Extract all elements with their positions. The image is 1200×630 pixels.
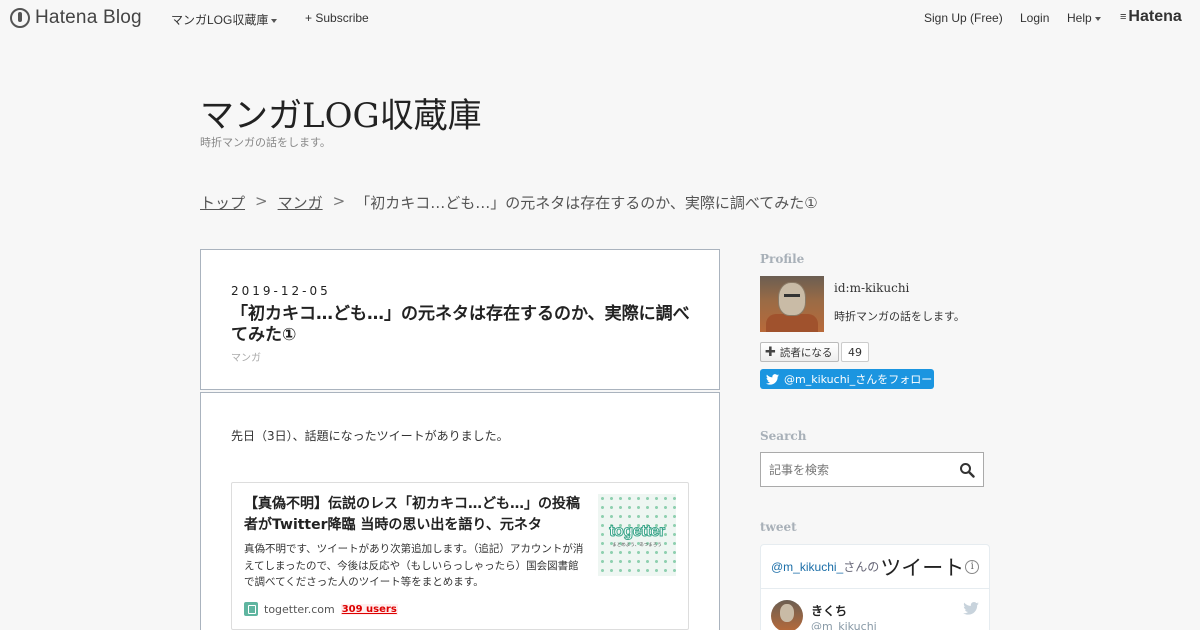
subscribe-reader-button[interactable]: ✚ 読者になる <box>760 342 840 362</box>
help-dropdown[interactable]: Help <box>1067 11 1101 25</box>
chevron-down-icon <box>271 18 278 23</box>
blog-menu-dropdown[interactable]: マンガLOG収蔵庫 <box>171 11 278 28</box>
embed-title[interactable]: 【真偽不明】伝説のレス「初カキコ…ども…」の投稿者がTwitter降臨 当時の思… <box>244 494 584 536</box>
profile-avatar[interactable] <box>760 276 824 332</box>
search-heading: Search <box>760 429 807 443</box>
signup-link[interactable]: Sign Up (Free) <box>924 11 1003 25</box>
login-link[interactable]: Login <box>1020 11 1049 25</box>
timeline-header: @m_kikuchi_ さんの ツイート i <box>761 545 989 589</box>
breadcrumb-separator: > <box>332 192 346 210</box>
twitter-follow-button[interactable]: @m_kikuchi_さんをフォロー <box>760 369 934 389</box>
plus-icon: ✚ <box>765 344 776 360</box>
blog-title[interactable]: マンガLOG収蔵庫 <box>200 88 482 137</box>
timeline-suffix: さんの <box>843 560 880 574</box>
tweet-author-username[interactable]: @m_kikuchi_ <box>811 620 882 630</box>
profile-id-link[interactable]: id:m-kikuchi <box>834 281 909 295</box>
embed-footer: togetter.com 309 users <box>244 602 398 616</box>
tweet-author-avatar[interactable] <box>771 600 803 630</box>
chevron-down-icon <box>1094 16 1101 21</box>
entry-category[interactable]: マンガ <box>231 349 261 364</box>
breadcrumb-current: 「初カキコ…ども…」の元ネタは存在するのか、実際に調べてみた① <box>355 194 818 212</box>
timeline-handle-link[interactable]: @m_kikuchi_ <box>771 560 843 574</box>
breadcrumb: トップ > マンガ > 「初カキコ…ども…」の元ネタは存在するのか、実際に調べて… <box>200 192 818 213</box>
embed-card[interactable]: 【真偽不明】伝説のレス「初カキコ…ども…」の投稿者がTwitter降臨 当時の思… <box>231 482 689 630</box>
reader-count-badge: 49 <box>841 342 869 362</box>
profile-heading: Profile <box>760 252 805 266</box>
info-icon[interactable]: i <box>965 559 980 574</box>
entry-body: 先日（3日）、話題になったツイートがありました。 【真偽不明】伝説のレス「初カキ… <box>200 392 720 630</box>
breadcrumb-category-link[interactable]: マンガ <box>278 192 323 213</box>
search-box <box>760 452 984 487</box>
search-icon[interactable] <box>959 462 975 478</box>
entry-date[interactable]: 2019-12-05 <box>231 284 331 298</box>
twitter-bird-icon <box>766 373 779 385</box>
search-input[interactable] <box>769 453 949 486</box>
embed-thumbnail[interactable]: togetter まとめよう、あつまろう <box>598 494 676 576</box>
hatena-logo-text: Hatena <box>1128 8 1182 25</box>
help-label: Help <box>1067 11 1092 25</box>
breadcrumb-top-link[interactable]: トップ <box>200 192 245 213</box>
breadcrumb-separator: > <box>255 192 268 210</box>
entry-header: 2019-12-05 「初カキコ…ども…」の元ネタは存在するのか、実際に調べてみ… <box>200 249 720 390</box>
embed-site-name[interactable]: togetter.com <box>264 603 335 616</box>
hatena-blog-logo[interactable]: Hatena Blog <box>10 7 142 29</box>
blog-menu-label: マンガLOG収蔵庫 <box>171 13 269 27</box>
hatena-logo[interactable]: ≡ Hatena <box>1120 8 1182 26</box>
togetter-logo: togetter <box>609 522 666 540</box>
global-header: Hatena Blog マンガLOG収蔵庫 + Subscribe Sign U… <box>0 0 1200 36</box>
tweet-author-name[interactable]: きくち <box>811 602 847 619</box>
subscribe-link[interactable]: + Subscribe <box>305 11 369 25</box>
twitter-bird-icon[interactable] <box>963 602 979 615</box>
togetter-tagline: まとめよう、あつまろう <box>612 542 662 548</box>
twitter-timeline-widget: @m_kikuchi_ さんの ツイート i きくち @m_kikuchi_ <box>760 544 990 630</box>
timeline-title: ツイート <box>880 555 965 580</box>
hatena-blog-logo-text: Hatena Blog <box>35 7 142 28</box>
entry-intro-text: 先日（3日）、話題になったツイートがありました。 <box>231 429 509 443</box>
entry-title[interactable]: 「初カキコ…ども…」の元ネタは存在するのか、実際に調べてみた① <box>231 304 701 346</box>
bookmark-users-badge[interactable]: 309 users <box>340 603 398 615</box>
reader-button-label: 読者になる <box>779 346 833 359</box>
embed-description: 真偽不明です、ツイートがあり次第追加します。（追記）アカウントが消えてしまったの… <box>244 543 584 588</box>
blog-description: 時折マンガの話をします。 <box>200 136 331 149</box>
tweet-heading: tweet <box>760 520 797 534</box>
follow-button-label: @m_kikuchi_さんをフォロー <box>784 373 933 386</box>
togetter-favicon-icon <box>244 602 258 616</box>
hatena-mark-icon: ≡ <box>1120 11 1127 23</box>
hatena-blog-logo-icon <box>10 8 30 28</box>
profile-description: 時折マンガの話をします。 <box>834 310 965 323</box>
